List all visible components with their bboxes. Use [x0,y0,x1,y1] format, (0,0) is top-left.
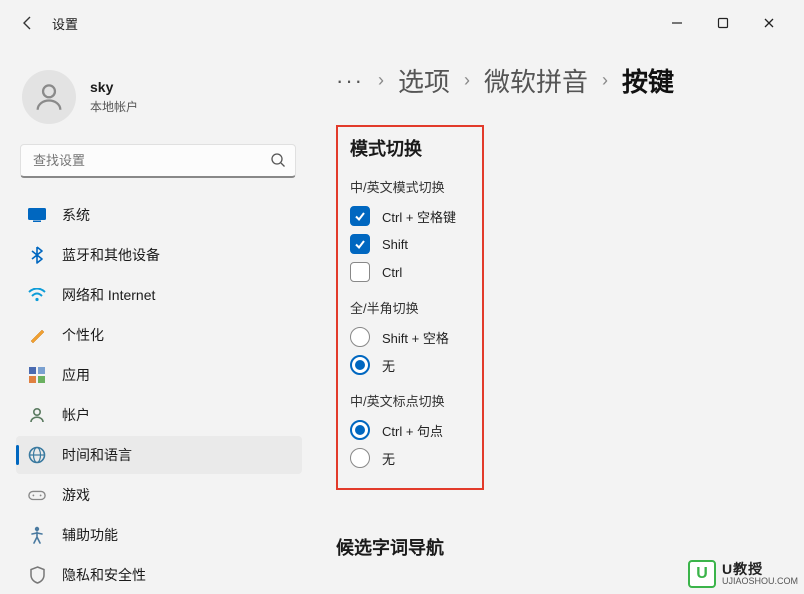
check-icon [354,238,366,250]
sidebar-item-label: 蓝牙和其他设备 [62,245,160,265]
sidebar-item-label: 辅助功能 [62,525,118,545]
bluetooth-icon [28,246,46,264]
nav: 系统 蓝牙和其他设备 网络和 Internet 个性化 应用 [16,196,302,594]
watermark-url: UJIAOSHOU.COM [722,577,798,586]
radio-ctrl-period[interactable] [350,420,370,440]
chevron-right-icon: › [602,70,608,91]
sidebar-item-network[interactable]: 网络和 Internet [16,276,302,314]
minimize-icon [671,17,683,29]
person-icon [32,80,66,114]
titlebar: 设置 [0,0,804,46]
sidebar-item-privacy[interactable]: 隐私和安全性 [16,556,302,594]
checkbox-ctrl-space[interactable] [350,206,370,226]
next-section-title: 候选字词导航 [336,534,784,560]
user-subtitle: 本地帐户 [90,98,138,115]
option-label: Ctrl + 句点 [382,421,443,440]
user-name: sky [90,79,138,95]
sidebar-item-bluetooth[interactable]: 蓝牙和其他设备 [16,236,302,274]
system-icon [28,206,46,224]
option-label: 无 [382,356,395,375]
sidebar-item-label: 系统 [62,205,90,225]
breadcrumb-keys: 按键 [622,62,674,99]
option-label: Shift + 空格 [382,328,449,347]
option-row: Ctrl + 句点 [350,420,468,440]
group-heading-width: 全/半角切换 [350,298,468,317]
close-icon [763,17,775,29]
sidebar-item-label: 时间和语言 [62,445,132,465]
option-row: 无 [350,355,468,375]
search-input[interactable] [20,144,296,178]
watermark-badge-icon: U [688,560,716,588]
settings-window: 设置 sky 本地帐户 [0,0,804,594]
breadcrumb-overflow[interactable]: ··· [336,68,364,94]
shield-icon [28,566,46,584]
option-row: Shift + 空格 [350,327,468,347]
group-heading-mode: 中/英文模式切换 [350,177,468,196]
accessibility-icon [28,526,46,544]
window-title: 设置 [52,14,78,33]
sidebar-item-accounts[interactable]: 帐户 [16,396,302,434]
sidebar-item-time-language[interactable]: 时间和语言 [16,436,302,474]
watermark: U U教授 UJIAOSHOU.COM [688,560,798,588]
brush-icon [28,326,46,344]
search-row [20,144,296,178]
apps-icon [28,366,46,384]
sidebar-item-apps[interactable]: 应用 [16,356,302,394]
sidebar-item-label: 网络和 Internet [62,285,155,305]
sidebar-item-gaming[interactable]: 游戏 [16,476,302,514]
option-label: Ctrl + 空格键 [382,207,456,226]
chevron-right-icon: › [378,70,384,91]
close-button[interactable] [746,7,792,39]
wifi-icon [28,286,46,304]
account-icon [28,406,46,424]
option-label: 无 [382,449,395,468]
sidebar-item-label: 隐私和安全性 [62,565,146,585]
avatar [22,70,76,124]
minimize-button[interactable] [654,7,700,39]
checkbox-ctrl[interactable] [350,262,370,282]
radio-none-punct[interactable] [350,448,370,468]
user-row[interactable]: sky 本地帐户 [16,56,302,144]
highlighted-section: 模式切换 中/英文模式切换 Ctrl + 空格键 Shift Ctrl [336,125,484,490]
section-title: 模式切换 [350,135,468,161]
search-icon[interactable] [270,152,286,171]
group-heading-punct: 中/英文标点切换 [350,391,468,410]
breadcrumb-options[interactable]: 选项 [398,62,450,99]
option-label: Shift [382,237,408,252]
sidebar-item-accessibility[interactable]: 辅助功能 [16,516,302,554]
option-row: 无 [350,448,468,468]
back-button[interactable] [12,7,44,39]
option-row: Ctrl + 空格键 [350,206,468,226]
option-label: Ctrl [382,265,402,280]
sidebar-item-system[interactable]: 系统 [16,196,302,234]
arrow-left-icon [20,15,36,31]
option-row: Shift [350,234,468,254]
main-content: ··· › 选项 › 微软拼音 › 按键 模式切换 中/英文模式切换 Ctrl … [308,46,804,594]
watermark-text: U教授 [722,562,798,577]
breadcrumb: ··· › 选项 › 微软拼音 › 按键 [336,62,784,99]
time-language-icon [28,446,46,464]
maximize-button[interactable] [700,7,746,39]
maximize-icon [717,17,729,29]
sidebar-item-label: 帐户 [62,405,90,425]
radio-none-width[interactable] [350,355,370,375]
check-icon [354,210,366,222]
option-row: Ctrl [350,262,468,282]
radio-shift-space[interactable] [350,327,370,347]
checkbox-shift[interactable] [350,234,370,254]
sidebar-item-personalization[interactable]: 个性化 [16,316,302,354]
sidebar-item-label: 个性化 [62,325,104,345]
gaming-icon [28,486,46,504]
sidebar-item-label: 应用 [62,365,90,385]
chevron-right-icon: › [464,70,470,91]
sidebar-item-label: 游戏 [62,485,90,505]
breadcrumb-pinyin[interactable]: 微软拼音 [484,62,588,99]
sidebar: sky 本地帐户 系统 蓝牙和其他设备 [0,46,308,594]
body: sky 本地帐户 系统 蓝牙和其他设备 [0,46,804,594]
